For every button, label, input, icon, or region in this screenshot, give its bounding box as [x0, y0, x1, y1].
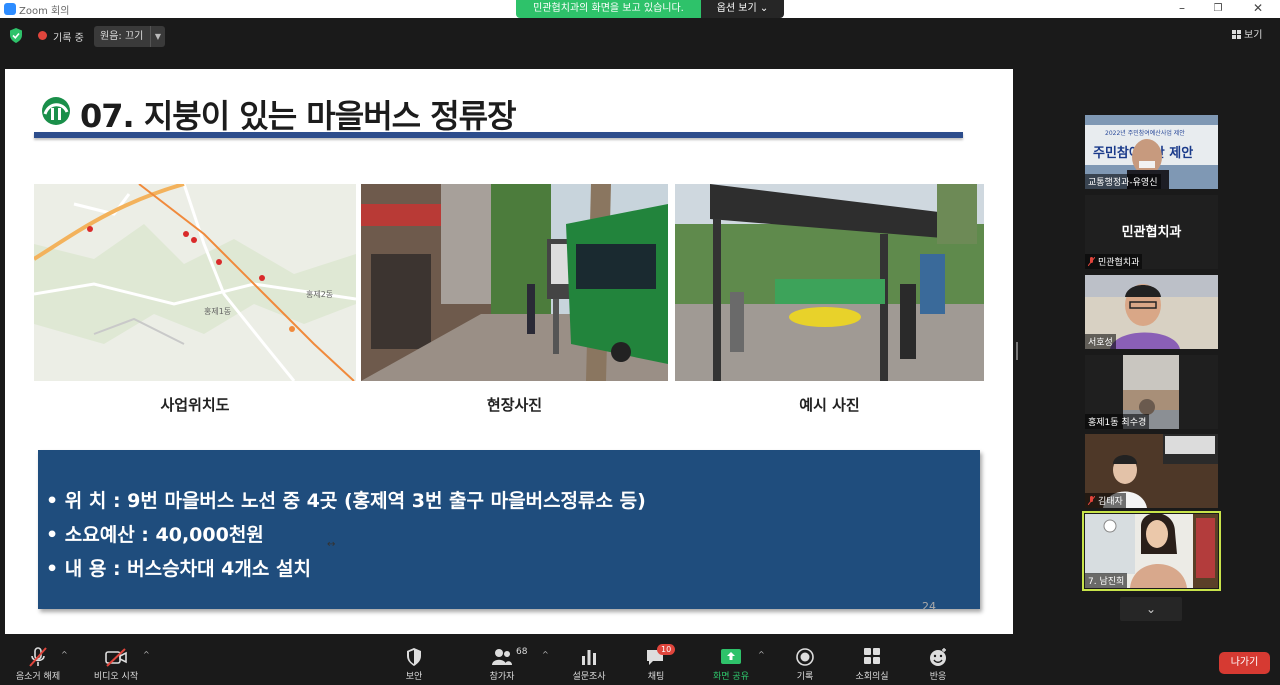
- mic-muted-icon: [1088, 257, 1095, 266]
- banner-small-text: 2022년 주민참여예산사업 제안: [1105, 129, 1185, 137]
- slide-page-number: 24: [922, 600, 936, 613]
- participant-tile[interactable]: 서호성: [1085, 275, 1218, 349]
- participant-tile[interactable]: 김태자: [1085, 434, 1218, 508]
- view-options-button[interactable]: 옵션 보기 ⌄: [701, 0, 784, 18]
- participant-tile[interactable]: 2022년 주민참여예산사업 제안 주민참여예산 제안 교통행정과-유영신: [1085, 115, 1218, 189]
- participant-name-bar: 김태자: [1085, 493, 1126, 508]
- reactions-smiley-icon: [930, 648, 946, 666]
- original-sound-label: 원음: 끄기: [100, 31, 144, 42]
- polls-label: 설문조사: [572, 672, 606, 682]
- reactions-button[interactable]: 반응: [906, 638, 970, 682]
- reactions-label: 반응: [929, 672, 947, 682]
- minimize-icon[interactable]: –: [1172, 1, 1192, 15]
- info-content: • 내 용 : 버스승차대 4개소 설치: [46, 558, 311, 580]
- leave-meeting-button[interactable]: 나가기: [1219, 652, 1270, 674]
- maximize-icon[interactable]: ❐: [1208, 3, 1228, 14]
- original-sound-toggle[interactable]: 원음: 끄기 ▼: [94, 26, 165, 47]
- breakout-rooms-icon: [864, 648, 880, 664]
- info-location: • 위 치 : 9번 마을버스 노선 중 4곳 (홍제역 3번 출구 마을버스정…: [46, 490, 646, 512]
- map-label-hongje1: 홍제1동: [204, 306, 231, 316]
- participant-name: 홍제1동 최수경: [1085, 414, 1150, 429]
- participants-options-caret[interactable]: ^: [542, 650, 549, 659]
- zoom-app-icon: [4, 3, 16, 15]
- microphone-muted-icon: [29, 647, 47, 667]
- video-off-icon: [105, 648, 127, 667]
- meeting-toolbar: 음소거 해제 ^ 비디오 시작 ^ 보안 68 참가자 ^ 설문조사 10 채팅…: [0, 638, 1280, 685]
- caption-example-photo: 예시 사진: [799, 396, 860, 414]
- district-logo-icon: [42, 97, 70, 125]
- participants-count: 68: [516, 647, 528, 657]
- grid-view-icon: [1232, 30, 1241, 39]
- participant-name-bar: 민관협치과: [1085, 254, 1143, 269]
- participants-icon-wrap: 68: [491, 647, 527, 667]
- view-button[interactable]: 보기: [1232, 26, 1262, 41]
- security-shield-icon: [407, 648, 421, 666]
- map-label-hongje2: 홍제2동: [306, 289, 333, 299]
- participant-name: 서호성: [1085, 334, 1116, 349]
- breakout-rooms-label: 소회의실: [855, 672, 889, 682]
- recording-status: 기록 중: [53, 33, 84, 44]
- share-options-caret[interactable]: ^: [758, 650, 765, 659]
- share-screen-label: 화면 공유: [713, 672, 749, 682]
- participant-name: 7. 남진희: [1085, 573, 1128, 588]
- chevron-down-icon: ⌄: [1145, 602, 1157, 616]
- record-label: 기록: [796, 672, 814, 682]
- screen-share-banner: 민관협치과의 화면을 보고 있습니다. 옵션 보기 ⌄: [516, 0, 784, 18]
- mic-muted-icon: [1088, 496, 1095, 505]
- poll-chart-icon: [582, 650, 596, 665]
- caption-location-map: 사업위치도: [160, 396, 230, 414]
- security-button[interactable]: 보안: [382, 638, 446, 682]
- site-photo-image: [361, 184, 668, 381]
- recording-icon: [38, 31, 47, 40]
- participant-tile[interactable]: 민관협치과 민관협치과: [1085, 195, 1218, 269]
- participant-name: 민관협치과: [1098, 258, 1140, 268]
- zoom-meeting-window: Zoom 회의 – ❐ ✕ 민관협치과의 화면을 보고 있습니다. 옵션 보기 …: [0, 0, 1280, 685]
- shared-screen: 07. 지붕이 있는 마을버스 정류장 홍제2동 홍제1동 사업위치도 현장사진…: [5, 69, 1013, 634]
- polls-button[interactable]: 설문조사: [557, 638, 621, 682]
- participant-name: 교통행정과-유영신: [1085, 174, 1161, 189]
- chat-icon-wrap: 10: [645, 644, 676, 667]
- participants-icon: [492, 649, 512, 665]
- video-options-caret[interactable]: ^: [143, 650, 150, 659]
- panel-splitter-handle[interactable]: [1016, 342, 1018, 360]
- example-photo-image: [675, 184, 984, 381]
- participant-tile[interactable]: 홍제1동 최수경: [1085, 355, 1218, 429]
- security-label: 보안: [405, 672, 423, 682]
- slide-title: 07. 지붕이 있는 마을버스 정류장: [80, 97, 517, 135]
- audio-options-caret[interactable]: ^: [61, 650, 68, 659]
- unmute-label: 음소거 해제: [15, 672, 61, 682]
- encryption-shield-icon[interactable]: [9, 28, 23, 43]
- chat-unread-badge: 10: [657, 644, 676, 655]
- participant-name: 김태자: [1098, 497, 1123, 507]
- breakout-rooms-button[interactable]: 소회의실: [840, 638, 904, 682]
- window-title: Zoom 회의: [19, 6, 70, 17]
- unmute-button[interactable]: 음소거 해제: [6, 638, 70, 682]
- active-speaker-tile[interactable]: 7. 남진희: [1082, 511, 1221, 591]
- participants-scroll-down-button[interactable]: ⌄: [1120, 597, 1182, 621]
- share-banner-message: 민관협치과의 화면을 보고 있습니다.: [516, 0, 701, 18]
- location-map-image: 홍제2동 홍제1동: [34, 184, 356, 381]
- record-button[interactable]: 기록: [773, 638, 837, 682]
- mouse-cursor-icon: ↔: [327, 539, 336, 550]
- close-icon[interactable]: ✕: [1248, 1, 1268, 15]
- project-info-box: • 위 치 : 9번 마을버스 노선 중 4곳 (홍제역 3번 출구 마을버스정…: [38, 450, 980, 609]
- participants-button[interactable]: 68 참가자: [470, 638, 534, 682]
- share-screen-button[interactable]: 화면 공유: [699, 638, 763, 682]
- title-underline: [34, 132, 963, 138]
- chevron-down-icon[interactable]: ▼: [150, 26, 165, 47]
- chat-button[interactable]: 10 채팅: [624, 638, 688, 682]
- chat-label: 채팅: [647, 672, 665, 682]
- record-icon: [796, 648, 814, 666]
- participant-display-name: 민관협치과: [1121, 225, 1182, 240]
- caption-site-photo: 현장사진: [486, 396, 543, 414]
- view-label: 보기: [1244, 30, 1263, 41]
- share-screen-icon: [721, 649, 741, 664]
- start-video-label: 비디오 시작: [93, 672, 139, 682]
- start-video-button[interactable]: 비디오 시작: [84, 638, 148, 682]
- info-budget: • 소요예산 : 40,000천원: [46, 524, 264, 546]
- participants-label: 참가자: [489, 672, 515, 682]
